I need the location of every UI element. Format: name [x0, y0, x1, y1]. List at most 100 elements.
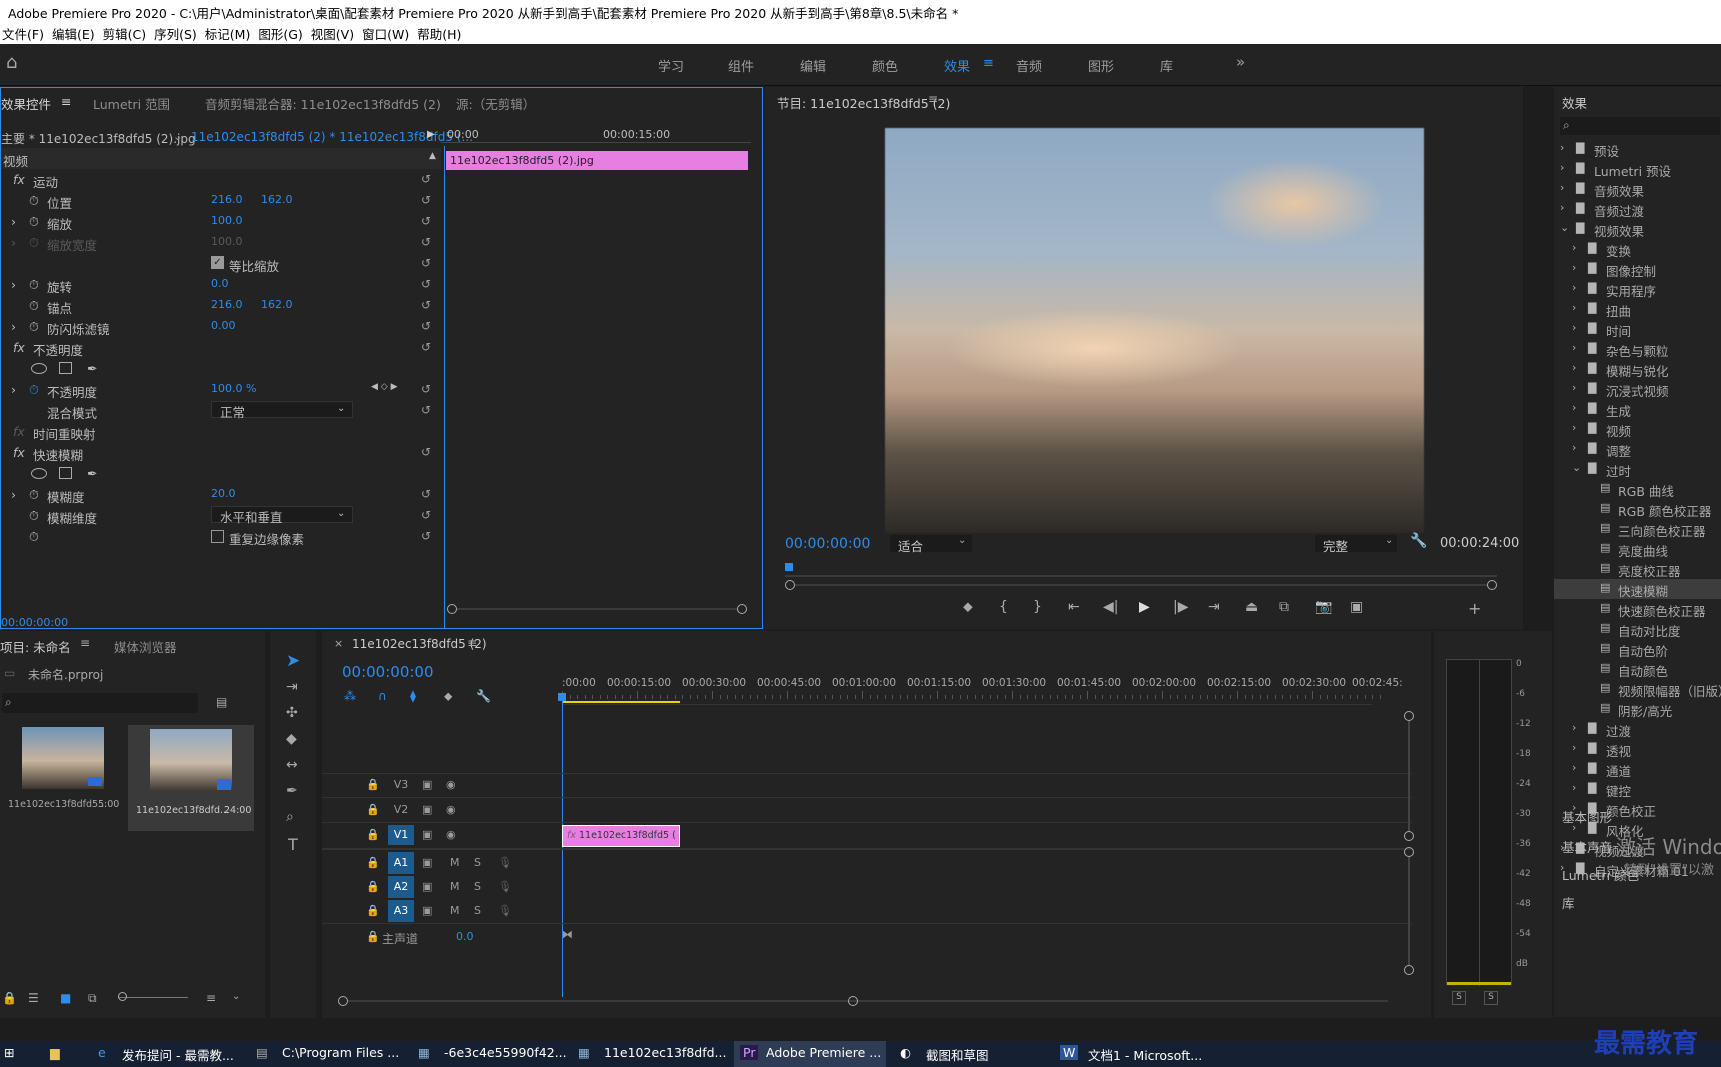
- reset-icon[interactable]: ↺: [421, 172, 431, 186]
- effects-tree-item[interactable]: ▤ 阴影/高光: [1554, 699, 1721, 719]
- effects-tree-item[interactable]: › ▇ 通道: [1554, 759, 1721, 779]
- snap-icon[interactable]: ∩: [378, 689, 387, 703]
- uniform-scale-row[interactable]: ✓ 等比缩放 ↺: [1, 253, 441, 274]
- close-icon[interactable]: ×: [334, 637, 343, 650]
- effects-tree-item[interactable]: › ▇ 预设: [1554, 139, 1721, 159]
- snip-icon[interactable]: ◐: [900, 1045, 911, 1060]
- motion-row[interactable]: fx 运动 ↺: [1, 169, 441, 190]
- effects-tree-item[interactable]: ▤ 视频限幅器（旧版）: [1554, 679, 1721, 699]
- tab-audio-mixer[interactable]: 音频剪辑混合器: 11e102ec13f8dfd5 (2): [205, 94, 441, 113]
- chevron-down-icon[interactable]: ⌄: [1572, 461, 1581, 474]
- effects-tree-item[interactable]: ▤ 自动颜色: [1554, 659, 1721, 679]
- chevron-right-icon[interactable]: ›: [1572, 421, 1576, 434]
- ws-menu-icon[interactable]: ≡: [983, 56, 994, 71]
- effects-tree-item[interactable]: › ▇ 生成: [1554, 399, 1721, 419]
- sync-lock-icon[interactable]: ▣: [422, 803, 432, 816]
- menu-window[interactable]: 窗口(W): [360, 22, 415, 43]
- task-snip[interactable]: 截图和草图: [926, 1045, 989, 1064]
- anchor-row[interactable]: ⏱ 锚点 216.0 162.0 ↺: [1, 295, 441, 316]
- effects-tree-item[interactable]: › ▇ 音频过渡: [1554, 199, 1721, 219]
- stopwatch-icon[interactable]: ⏱: [29, 319, 39, 335]
- essential-graphics-tab[interactable]: 基本图形: [1562, 807, 1612, 826]
- new-bin-icon[interactable]: ▤: [216, 695, 227, 709]
- work-area-bar[interactable]: [562, 701, 680, 703]
- chevron-right-icon[interactable]: ›: [1572, 341, 1576, 354]
- mark-out-icon[interactable]: }: [1033, 599, 1042, 615]
- tab-effect-controls[interactable]: 效果控件: [1, 94, 51, 113]
- windows-start-icon[interactable]: ⊞: [4, 1045, 14, 1060]
- effects-tree-item[interactable]: › ▇ 时间: [1554, 319, 1721, 339]
- reset-icon[interactable]: ↺: [421, 298, 431, 312]
- lock-icon[interactable]: 🔒: [366, 856, 380, 869]
- stopwatch-icon[interactable]: ⏱: [29, 508, 39, 524]
- playhead-handle[interactable]: [558, 693, 566, 701]
- project-item-selected[interactable]: 11e102ec13f8dfd... 24:00: [128, 725, 254, 831]
- chevron-right-icon[interactable]: ›: [1572, 401, 1576, 414]
- sync-lock-icon[interactable]: ▣: [422, 778, 432, 791]
- track-v3[interactable]: 🔒 V3 ▣ ◉: [366, 773, 601, 797]
- effects-tree-item[interactable]: › ▇ 杂色与颗粒: [1554, 339, 1721, 359]
- task-image-2[interactable]: 11e102ec13f8dfd...: [604, 1045, 726, 1060]
- menu-graphics[interactable]: 图形(G): [256, 22, 308, 43]
- lock-icon[interactable]: 🔒: [2, 991, 17, 1005]
- panel-menu-icon[interactable]: ≡: [467, 636, 477, 650]
- chevron-right-icon[interactable]: ›: [1572, 721, 1576, 734]
- track-a1[interactable]: 🔒 A1 ▣ M S 🎙: [366, 851, 601, 875]
- timeline-vscroll[interactable]: [1404, 711, 1414, 1011]
- pen-mask-icon[interactable]: ✒: [87, 361, 97, 376]
- stopwatch-icon[interactable]: ⏱: [29, 193, 39, 209]
- effects-tree-item[interactable]: › ▇ Lumetri 预设: [1554, 159, 1721, 179]
- effects-tree-item[interactable]: › ▇ 扭曲: [1554, 299, 1721, 319]
- pen-mask-icon[interactable]: ✒: [87, 466, 97, 481]
- solo-right-button[interactable]: S: [1484, 991, 1498, 1005]
- chevron-right-icon[interactable]: ›: [1572, 381, 1576, 394]
- lock-icon[interactable]: 🔒: [366, 803, 380, 816]
- effects-tree-item[interactable]: ▤ 快速模糊: [1554, 579, 1721, 599]
- timeline-clip[interactable]: fx 11e102ec13f8dfd5 (: [562, 825, 680, 847]
- ws-graphics[interactable]: 图形: [1088, 56, 1114, 75]
- lift-icon[interactable]: ⏏: [1245, 599, 1258, 615]
- tab-menu-icon[interactable]: ≡: [61, 94, 71, 109]
- panel-menu-icon[interactable]: ≡: [80, 636, 90, 650]
- essential-sound-tab[interactable]: 基本声音: [1562, 837, 1612, 856]
- eye-icon[interactable]: ◉: [446, 778, 456, 791]
- go-to-end-icon[interactable]: ⧓: [562, 928, 573, 941]
- type-tool-icon[interactable]: T: [288, 835, 298, 854]
- opacity-row[interactable]: › ⏱ 不透明度 100.0 % ◀ ◇ ▶ ↺: [1, 379, 441, 400]
- effects-tree-item[interactable]: ▤ 三向颜色校正器: [1554, 519, 1721, 539]
- premiere-icon[interactable]: Pr: [740, 1045, 759, 1060]
- timeline-timecode[interactable]: 00:00:00:00: [342, 663, 434, 681]
- slip-tool-icon[interactable]: ↔: [286, 757, 298, 773]
- tab-source[interactable]: 源:（无剪辑）: [456, 94, 535, 113]
- chevron-right-icon[interactable]: ›: [1572, 441, 1576, 454]
- chevron-right-icon[interactable]: ›: [1572, 321, 1576, 334]
- task-program-files[interactable]: C:\Program Files ...: [282, 1045, 399, 1060]
- effects-tree-item[interactable]: › ▇ 图像控制: [1554, 259, 1721, 279]
- blurriness-row[interactable]: › ⏱ 模糊度 20.0 ↺: [1, 484, 441, 505]
- timeline-ruler[interactable]: :00:00 00:00:15:00 00:00:30:00 00:00:45:…: [562, 677, 1403, 705]
- ec-playhead[interactable]: [444, 146, 445, 628]
- blur-dimensions-row[interactable]: ⏱ 模糊维度 水平和垂直 ⌄ ↺: [1, 505, 441, 526]
- chevron-right-icon[interactable]: ›: [1560, 181, 1564, 194]
- effects-tree-item[interactable]: › ▇ 过渡: [1554, 719, 1721, 739]
- effects-tree-item[interactable]: ▤ 亮度曲线: [1554, 539, 1721, 559]
- flicker-row[interactable]: › ⏱ 防闪烁滤镜 0.00 ↺: [1, 316, 441, 337]
- chevron-down-icon[interactable]: ⌄: [1560, 221, 1569, 234]
- eye-icon[interactable]: ◉: [446, 828, 456, 841]
- zoom-slider-thumb[interactable]: [118, 992, 127, 1001]
- track-select-tool-icon[interactable]: ⇥: [286, 679, 298, 695]
- chevron-right-icon[interactable]: ›: [1572, 741, 1576, 754]
- stopwatch-icon[interactable]: ⏱: [29, 529, 39, 545]
- tab-project[interactable]: 项目: 未命名: [0, 637, 71, 656]
- blend-mode-select[interactable]: 正常: [211, 401, 353, 420]
- effects-tree-item[interactable]: ⌄ ▇ 视频效果: [1554, 219, 1721, 239]
- export-frame-icon[interactable]: 📷: [1315, 599, 1332, 615]
- effects-tree-item[interactable]: ⌄ ▇ 过时: [1554, 459, 1721, 479]
- freeform-view-icon[interactable]: ⧉: [88, 991, 97, 1006]
- chevron-right-icon[interactable]: ›: [1560, 141, 1564, 154]
- reset-icon[interactable]: ↺: [421, 340, 431, 354]
- chevron-right-icon[interactable]: ›: [1572, 761, 1576, 774]
- blur-dimensions-select[interactable]: 水平和垂直: [211, 506, 353, 525]
- task-ie[interactable]: 发布提问 - 最需教...: [122, 1045, 234, 1064]
- lock-icon[interactable]: 🔒: [366, 828, 380, 841]
